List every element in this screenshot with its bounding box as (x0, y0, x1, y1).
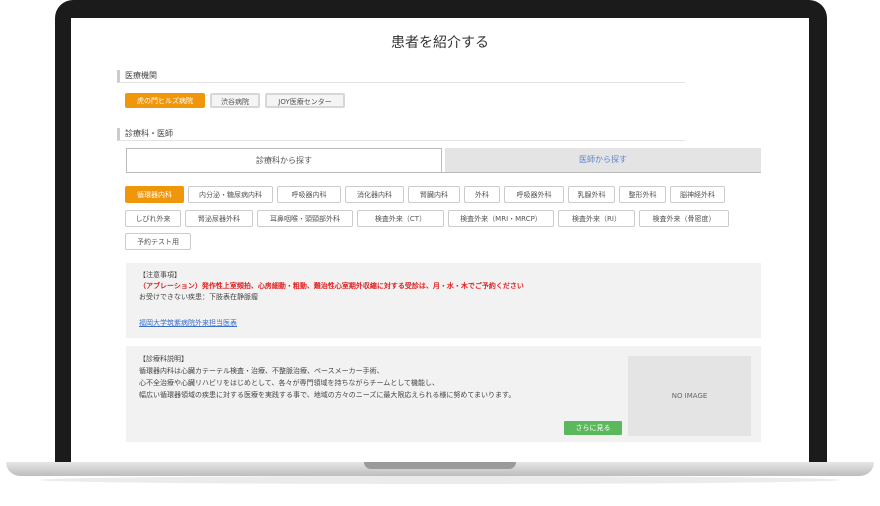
dept-cardiology[interactable]: 循環器内科 (125, 186, 184, 203)
dept-nephrology[interactable]: 腎臓内科 (408, 186, 460, 203)
institution-toranomon[interactable]: 虎の門ヒルズ病院 (125, 93, 205, 108)
dept-numbness[interactable]: しびれ外来 (125, 210, 181, 227)
dept-ct[interactable]: 検査外来（CT） (357, 210, 444, 227)
dept-ri[interactable]: 検査外来（RI） (558, 210, 635, 227)
dept-breast-surgery[interactable]: 乳腺外科 (568, 186, 615, 203)
notice-panel: 【注意事項】 （アブレーション）発作性上室頻拍、心房細動・粗動、難治性心室期外収… (126, 263, 761, 338)
institution-shibuya[interactable]: 渋谷病院 (210, 93, 260, 108)
dept-endocrinology[interactable]: 内分泌・糖尿病内科 (188, 186, 273, 203)
department-image-placeholder: NO IMAGE (628, 356, 751, 436)
dept-urology[interactable]: 腎泌尿器外科 (185, 210, 253, 227)
dept-orthopedics[interactable]: 整形外科 (619, 186, 666, 203)
screen: 患者を紹介する 医療機関 虎の門ヒルズ病院 渋谷病院 JOY医療センター 診療科… (71, 18, 809, 462)
dept-mri[interactable]: 検査外来（MRI・MRCP） (448, 210, 554, 227)
dept-ent[interactable]: 耳鼻咽喉・頭頸部外科 (257, 210, 353, 227)
dept-neurosurgery[interactable]: 脳神経外科 (670, 186, 725, 203)
notice-heading: 【注意事項】 (139, 271, 181, 279)
laptop-shadow (40, 476, 840, 484)
department-section-label: 診療科・医師 (117, 128, 685, 141)
description-line: 心不全治療や心臓リハビリをはじめとして、各々が専門領域を持ちながらチームとして機… (139, 379, 440, 387)
laptop-notch (364, 462, 516, 469)
institution-joy[interactable]: JOY医療センター (265, 93, 345, 108)
description-line: 循環器内科は心臓カテーテル検査・治療、不整脈治療、ペースメーカー手術、 (139, 367, 384, 375)
dept-gastro[interactable]: 消化器内科 (345, 186, 404, 203)
notice-unavailable: お受けできない疾患：下肢表在静脈瘤 (139, 293, 258, 301)
dept-reservation-test[interactable]: 予約テスト用 (125, 233, 191, 250)
dept-thoracic-surgery[interactable]: 呼吸器外科 (504, 186, 564, 203)
tab-by-doctor[interactable]: 医師から探す (445, 148, 761, 172)
dept-bone-density[interactable]: 検査外来（骨密度） (639, 210, 729, 227)
dept-surgery[interactable]: 外科 (464, 186, 500, 203)
description-heading: 【診療科説明】 (139, 355, 188, 363)
department-description-panel: 【診療科説明】 循環器内科は心臓カテーテル検査・治療、不整脈治療、ペースメーカー… (126, 346, 761, 442)
tab-by-department[interactable]: 診療科から探す (126, 148, 442, 172)
see-more-button[interactable]: さらに見る (564, 421, 622, 435)
dept-respiratory[interactable]: 呼吸器内科 (277, 186, 341, 203)
notice-warning: （アブレーション）発作性上室頻拍、心房細動・粗動、難治性心室期外収縮に対する受診… (139, 282, 524, 290)
description-line: 幅広い循環器領域の疾患に対する医療を実践する事で、地域の方々のニーズに最大限応え… (139, 391, 516, 399)
outpatient-schedule-link[interactable]: 福岡大学筑紫病院外来担当医表 (139, 318, 237, 328)
page-title: 患者を紹介する (391, 35, 489, 51)
tab-divider (126, 172, 761, 173)
institution-section-label: 医療機関 (117, 70, 685, 83)
